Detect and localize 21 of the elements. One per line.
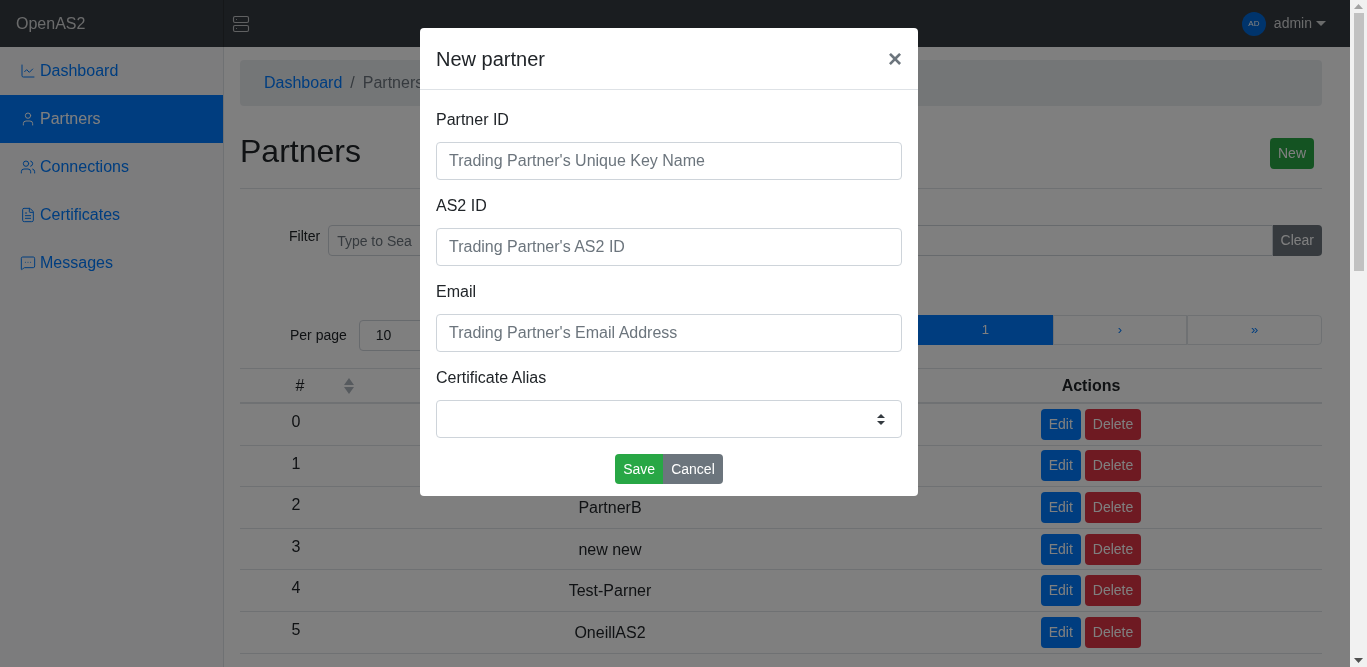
table-cell-text: 2 (291, 495, 301, 516)
page-title: Partners (240, 132, 361, 171)
table-cell-text: OneillAS2 (574, 622, 646, 643)
table-cell-text: 4 (291, 578, 301, 599)
table-cell-text: 0 (291, 412, 301, 432)
breadcrumb-current: Partners (362, 73, 424, 93)
breadcrumb-separator: / (350, 73, 355, 93)
column-header: Actions (1061, 375, 1121, 396)
field-label: Partner ID (436, 110, 510, 130)
field-label: AS2 ID (436, 196, 488, 216)
table-cell-text: new new (578, 539, 642, 560)
per-page-label: Per page (290, 326, 347, 345)
table-cell-text: 3 (291, 536, 301, 557)
modal-title: New partner (436, 46, 545, 72)
field-label: Email (436, 282, 477, 302)
field-label: Certificate Alias (436, 368, 548, 388)
table-cell-text: 5 (291, 619, 301, 640)
table-cell-text: 1 (291, 453, 301, 474)
filter-label: Filter (289, 227, 321, 246)
table-cell-text: PartnerB (578, 498, 642, 519)
table-cell-text: Test-Parner (568, 581, 652, 602)
